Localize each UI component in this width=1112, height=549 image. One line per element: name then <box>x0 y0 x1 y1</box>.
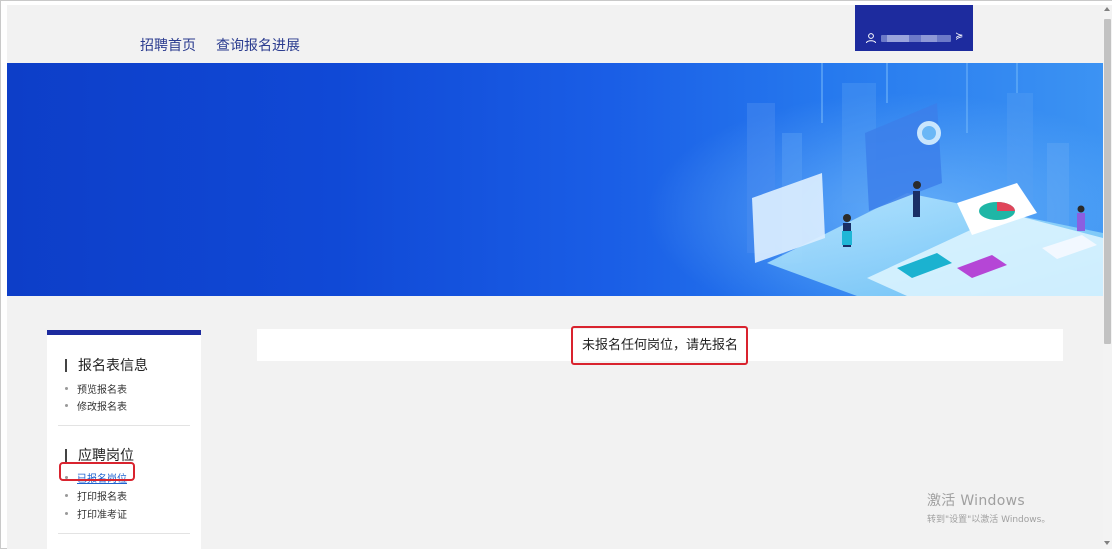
scroll-down-icon[interactable] <box>1104 541 1110 545</box>
watermark-title: 激活 Windows <box>927 493 1025 509</box>
section-marker <box>65 358 67 372</box>
double-chevron-down-icon[interactable]: ≽ <box>955 31 963 43</box>
header: 招聘首页 查询报名进展 ≽ <box>7 5 1103 63</box>
user-menu[interactable]: ≽ <box>855 5 973 51</box>
scrollbar-thumb[interactable] <box>1104 19 1111 344</box>
bullet-icon <box>65 512 68 515</box>
section-marker <box>65 448 67 462</box>
top-nav: 招聘首页 查询报名进展 <box>140 35 300 55</box>
sidebar-section-application-info: 报名表信息 <box>65 355 148 375</box>
sidebar-item-label: 打印准考证 <box>77 510 127 521</box>
sidebar-divider <box>58 425 190 426</box>
banner-illustration <box>647 63 1103 296</box>
user-icon <box>866 33 876 44</box>
sidebar-item-print-admission-ticket[interactable]: 打印准考证 <box>65 506 127 521</box>
highlight-annotation-notice <box>571 326 748 365</box>
sidebar-item-label: 预览报名表 <box>77 385 127 396</box>
highlight-annotation-sidebar <box>59 462 135 481</box>
bullet-icon <box>65 494 68 497</box>
sidebar-item-preview-form[interactable]: 预览报名表 <box>65 381 127 396</box>
sidebar-divider <box>58 533 190 534</box>
sidebar-item-print-form[interactable]: 打印报名表 <box>65 488 127 503</box>
sidebar-item-label: 修改报名表 <box>77 402 127 413</box>
windows-activation-watermark: 激活 Windows 转到"设置"以激活 Windows。 <box>927 490 1050 525</box>
section-title: 报名表信息 <box>78 358 148 374</box>
user-name-redacted <box>881 35 951 42</box>
scroll-up-icon[interactable] <box>1104 7 1110 11</box>
bullet-icon <box>65 404 68 407</box>
bullet-icon <box>65 387 68 390</box>
sidebar-item-label: 打印报名表 <box>77 492 127 503</box>
hero-banner <box>7 63 1103 296</box>
sidebar-item-edit-form[interactable]: 修改报名表 <box>65 398 127 413</box>
nav-recruit-home[interactable]: 招聘首页 <box>140 35 196 55</box>
watermark-subtitle: 转到"设置"以激活 Windows。 <box>927 515 1051 525</box>
vertical-scrollbar[interactable] <box>1103 5 1112 549</box>
nav-query-progress[interactable]: 查询报名进展 <box>216 35 300 55</box>
sidebar: 报名表信息 预览报名表 修改报名表 应聘岗位 已报名岗位 打印报名表 打印准考证 <box>47 330 201 549</box>
